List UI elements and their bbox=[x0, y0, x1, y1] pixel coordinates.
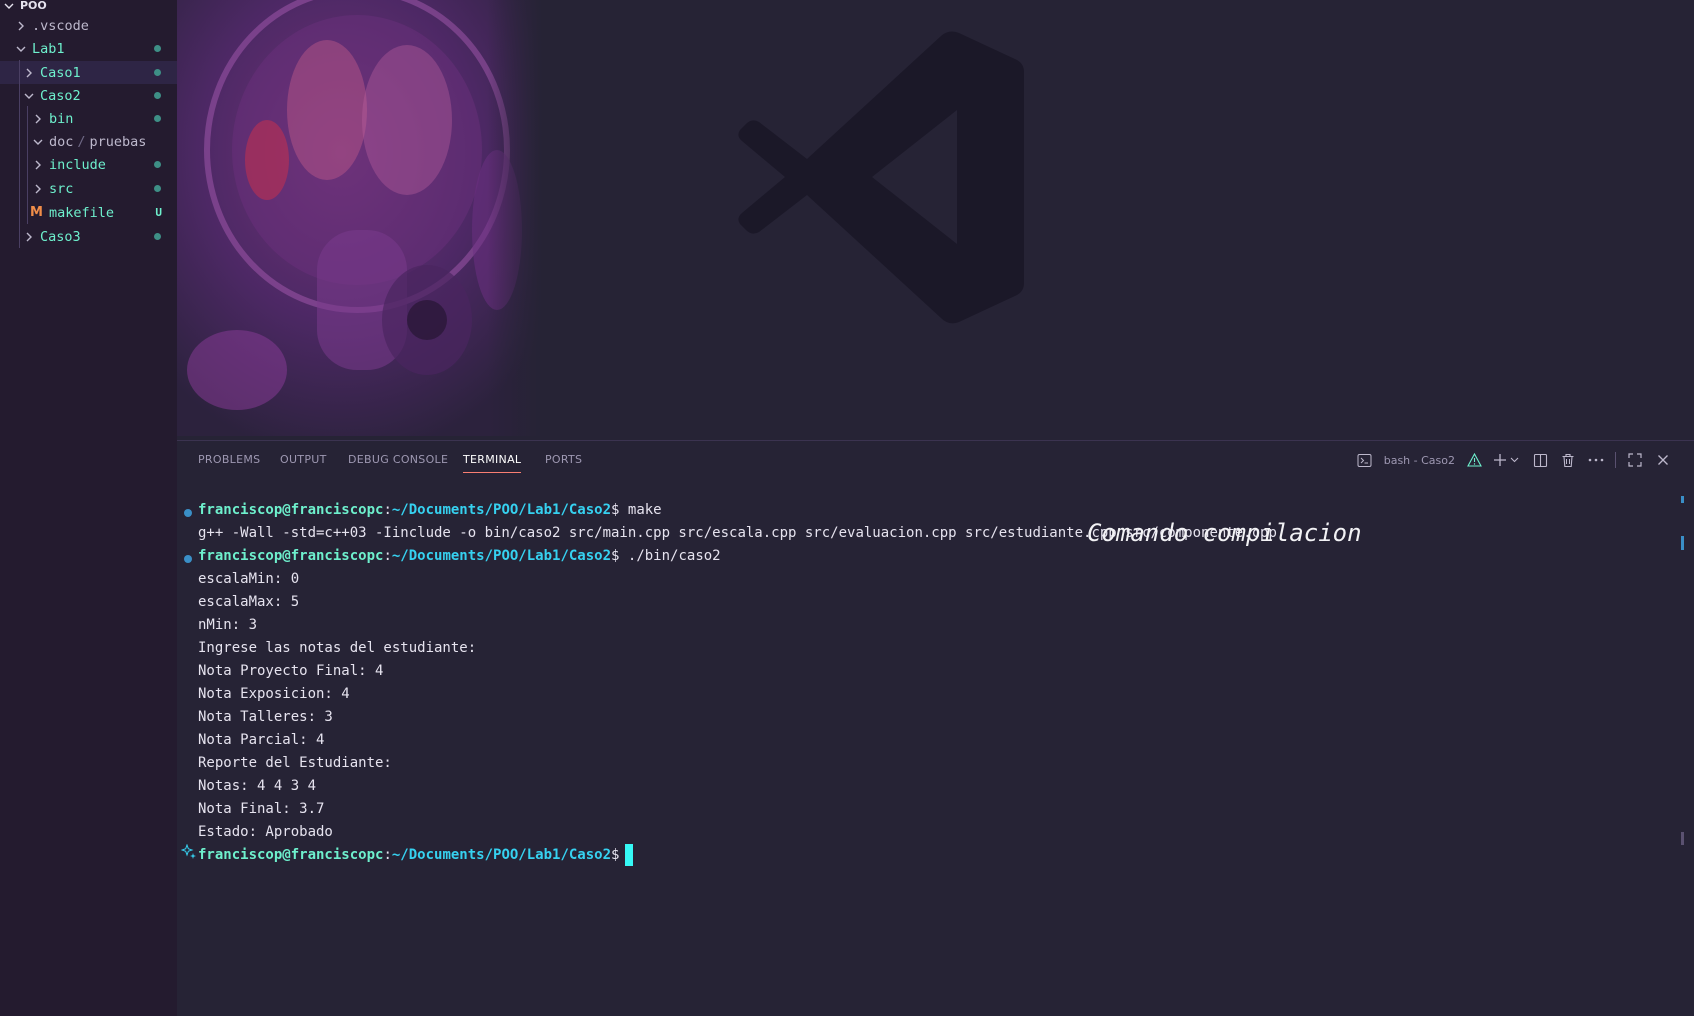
git-status-dot bbox=[154, 115, 161, 122]
tree-item-label: makefile bbox=[48, 204, 114, 221]
terminal-line-output: Nota Proyecto Final: 4 bbox=[198, 663, 384, 679]
annotation-text: Comando compilacion bbox=[1087, 519, 1362, 547]
git-status-dot bbox=[154, 69, 161, 76]
git-status-dot bbox=[154, 161, 161, 168]
tab-debug-console[interactable]: DEBUG CONSOLE bbox=[348, 453, 448, 466]
chevron-right-icon bbox=[22, 230, 36, 244]
git-status-dot bbox=[154, 45, 161, 52]
terminal-line-output: Nota Final: 3.7 bbox=[198, 801, 325, 817]
vscode-logo-watermark bbox=[738, 31, 1024, 324]
close-panel-icon[interactable] bbox=[1654, 451, 1672, 469]
command-decoration-icon bbox=[184, 509, 192, 517]
tab-output[interactable]: OUTPUT bbox=[280, 453, 327, 466]
makefile-icon: M bbox=[30, 205, 43, 220]
tree-item-label: Lab1 bbox=[32, 40, 65, 57]
terminal-icon bbox=[1356, 451, 1374, 469]
terminal-line-output: Reporte del Estudiante: bbox=[198, 755, 392, 771]
panel-actions: bash - Caso2 bbox=[1356, 450, 1672, 470]
terminal-line-output: escalaMin: 0 bbox=[198, 571, 300, 587]
tree-item-label: doc bbox=[49, 133, 74, 150]
tree-item-label: include bbox=[49, 156, 106, 173]
path-separator: / bbox=[77, 133, 86, 150]
maximize-panel-icon[interactable] bbox=[1626, 451, 1644, 469]
terminal-name[interactable]: bash - Caso2 bbox=[1384, 454, 1455, 467]
chevron-right-icon bbox=[31, 112, 45, 126]
terminal-line-prompt: franciscop@franciscopc:~/Documents/POO/L… bbox=[198, 502, 662, 518]
command-decoration-icon bbox=[184, 555, 192, 563]
sparkle-icon[interactable] bbox=[180, 843, 197, 860]
explorer-root-label: POO bbox=[20, 0, 47, 12]
more-actions-icon[interactable] bbox=[1587, 451, 1605, 469]
tab-problems[interactable]: PROBLEMS bbox=[198, 453, 260, 466]
terminal-line-output: Notas: 4 4 3 4 bbox=[198, 778, 317, 794]
tree-item-caso2[interactable]: Caso2 bbox=[0, 84, 177, 107]
tree-item-label: src bbox=[49, 180, 74, 197]
terminal-line-output: Nota Talleres: 3 bbox=[198, 709, 333, 725]
scrollbar-marker bbox=[1681, 536, 1684, 550]
indent-guide bbox=[27, 106, 28, 224]
git-status-dot bbox=[154, 233, 161, 240]
scrollbar-marker bbox=[1681, 496, 1684, 503]
terminal-line-output: Ingrese las notas del estudiante: bbox=[198, 640, 477, 656]
terminal-line-output: Nota Exposicion: 4 bbox=[198, 686, 350, 702]
explorer-sidebar: POO .vscode Lab1 Caso1 Caso2 bin doc / p… bbox=[0, 0, 177, 1016]
chevron-down-icon bbox=[22, 89, 36, 103]
tree-item-label: bin bbox=[49, 110, 74, 127]
indent-guide bbox=[19, 60, 20, 248]
bottom-panel: PROBLEMS OUTPUT DEBUG CONSOLE TERMINAL P… bbox=[177, 440, 1694, 1016]
terminal-command: make bbox=[627, 502, 662, 518]
chevron-down-icon bbox=[2, 0, 16, 13]
tree-item-label: Caso1 bbox=[40, 64, 81, 81]
terminal-line-output: nMin: 3 bbox=[198, 617, 258, 633]
split-terminal-icon[interactable] bbox=[1531, 451, 1549, 469]
editor-area bbox=[177, 0, 1694, 440]
chevron-down-icon bbox=[31, 135, 45, 149]
warning-icon bbox=[1465, 451, 1483, 469]
chevron-right-icon bbox=[14, 19, 28, 33]
git-status-dot bbox=[154, 92, 161, 99]
terminal-line-prompt: franciscop@franciscopc:~/Documents/POO/L… bbox=[198, 548, 721, 564]
tab-terminal[interactable]: TERMINAL bbox=[463, 453, 522, 473]
terminal-cursor bbox=[625, 844, 634, 866]
tree-item-label: Caso3 bbox=[40, 228, 81, 245]
git-status-dot bbox=[154, 185, 161, 192]
chevron-right-icon bbox=[22, 66, 36, 80]
tree-item-label: .vscode bbox=[32, 17, 89, 34]
tab-ports[interactable]: PORTS bbox=[545, 453, 582, 466]
background-wallpaper-image bbox=[177, 0, 542, 436]
chevron-right-icon bbox=[31, 182, 45, 196]
terminal-line-output: Nota Parcial: 4 bbox=[198, 732, 325, 748]
chevron-right-icon bbox=[31, 158, 45, 172]
tree-item-caso3[interactable]: Caso3 bbox=[0, 225, 177, 248]
tree-item-child-label: pruebas bbox=[89, 133, 147, 150]
trash-icon[interactable] bbox=[1559, 451, 1577, 469]
terminal-line-output: escalaMax: 5 bbox=[198, 594, 300, 610]
scrollbar-thumb[interactable] bbox=[1681, 832, 1684, 845]
terminal-line-output: Estado: Aprobado bbox=[198, 824, 333, 840]
tree-item-label: Caso2 bbox=[40, 87, 81, 104]
terminal-line-prompt: franciscop@franciscopc:~/Documents/POO/L… bbox=[198, 844, 634, 867]
tree-item-caso1[interactable]: Caso1 bbox=[0, 61, 177, 84]
separator bbox=[1615, 452, 1616, 468]
tree-item-vscode[interactable]: .vscode bbox=[0, 14, 177, 37]
terminal-command: ./bin/caso2 bbox=[627, 548, 721, 564]
git-untracked-badge: U bbox=[155, 206, 162, 219]
chevron-down-icon bbox=[14, 42, 28, 56]
panel-tab-bar: PROBLEMS OUTPUT DEBUG CONSOLE TERMINAL P… bbox=[177, 441, 1694, 479]
tree-item-lab1[interactable]: Lab1 bbox=[0, 37, 177, 60]
new-terminal-button[interactable] bbox=[1493, 451, 1521, 469]
